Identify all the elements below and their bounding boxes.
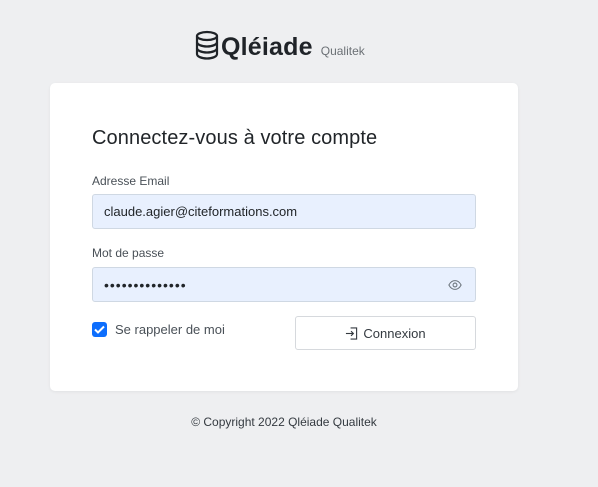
brand-subtitle: Qualitek: [320, 44, 365, 58]
remember-label: Se rappeler de moi: [115, 322, 225, 337]
login-icon: [346, 326, 358, 340]
password-value: ••••••••••••••: [104, 276, 187, 293]
password-label: Mot de passe: [92, 246, 165, 260]
login-button-label: Connexion: [363, 325, 426, 341]
email-label: Adresse Email: [92, 174, 170, 188]
login-card: Connectez-vous à votre compte Adresse Em…: [50, 83, 518, 391]
login-button[interactable]: Connexion: [295, 316, 476, 350]
brand-name: Qléiade: [221, 33, 313, 61]
remember-checkbox[interactable]: [92, 322, 107, 337]
checkmark-icon: [94, 325, 105, 334]
database-icon: [195, 30, 219, 60]
eye-icon[interactable]: [448, 279, 462, 291]
email-field[interactable]: claude.agier@citeformations.com: [92, 194, 476, 229]
remember-me[interactable]: Se rappeler de moi: [92, 322, 225, 337]
brand-logo: Qléiade Qualitek: [195, 30, 365, 62]
password-field[interactable]: ••••••••••••••: [92, 267, 476, 302]
copyright-footer: © Copyright 2022 Qléiade Qualitek: [191, 415, 377, 429]
email-value: claude.agier@citeformations.com: [104, 204, 298, 219]
login-title: Connectez-vous à votre compte: [92, 127, 378, 149]
